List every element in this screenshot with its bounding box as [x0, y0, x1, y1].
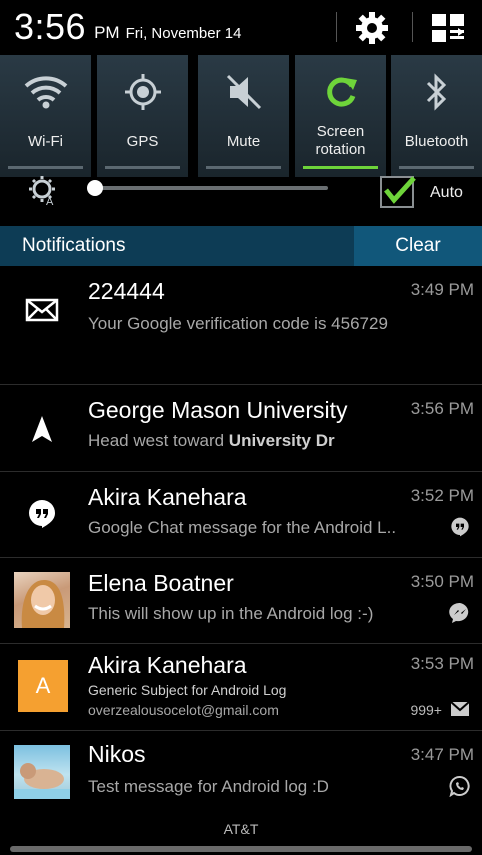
notification-email: overzealousocelot@gmail.com [88, 702, 279, 718]
notifications-title: Notifications [22, 235, 126, 256]
toggle-mute[interactable]: Mute [198, 55, 291, 177]
notification-title: Nikos [88, 741, 146, 767]
notification-time: 3:47 PM [410, 745, 474, 764]
checkmark-icon [384, 176, 416, 204]
gps-icon [97, 69, 188, 115]
notification-title: Elena Boatner [88, 570, 234, 596]
notification-text-street: University Dr [228, 431, 335, 450]
clear-button[interactable]: Clear [354, 226, 482, 266]
notification-title: Akira Kanehara [88, 484, 247, 510]
notification-title: George Mason University [88, 397, 348, 423]
contact-photo-avatar [14, 745, 70, 799]
toggle-label: Wi-Fi [28, 133, 63, 150]
toggle-gps[interactable]: GPS [97, 55, 190, 177]
contact-photo-avatar [14, 572, 70, 628]
hangouts-small-icon [448, 516, 472, 538]
toggle-bluetooth[interactable]: Bluetooth [391, 55, 482, 177]
notification-text: Google Chat message for the Android L.. [88, 518, 397, 537]
settings-gear-icon[interactable] [352, 10, 392, 46]
svg-text:A: A [46, 196, 54, 206]
notification-time: 3:49 PM [410, 280, 474, 299]
bluetooth-icon [391, 69, 482, 115]
avatar-letter: A [35, 673, 51, 698]
messenger-icon [448, 602, 472, 624]
notifications-header: Notifications Clear [0, 226, 482, 266]
wifi-icon [0, 69, 91, 115]
brightness-slider-track[interactable] [92, 186, 328, 190]
clock-ampm: PM [94, 23, 120, 42]
notification-title: 224444 [88, 278, 165, 304]
toggle-label: GPS [126, 133, 159, 150]
whatsapp-icon [448, 775, 472, 797]
notification-item[interactable]: George Mason University 3:56 PM Head wes… [0, 385, 482, 472]
auto-brightness-checkbox[interactable] [380, 176, 416, 208]
toggle-screen-rotation[interactable]: Screen rotation [295, 55, 388, 177]
toggle-indicator [303, 166, 378, 169]
notification-time: 3:56 PM [410, 399, 474, 418]
notification-title: Akira Kanehara [88, 652, 247, 678]
edit-toggles-grid-icon[interactable] [428, 12, 468, 44]
rotation-icon [295, 69, 386, 115]
mute-icon [198, 69, 289, 115]
notification-item[interactable]: Nikos 3:47 PM Test message for Android l… [0, 731, 482, 812]
drawer-handle[interactable] [10, 846, 472, 852]
toggle-label: Bluetooth [404, 133, 469, 150]
toggle-indicator [8, 166, 83, 169]
notification-item[interactable]: 224444 3:49 PM Your Google verification … [0, 266, 482, 385]
status-bar: 3:56 PM Fri, November 14 [0, 0, 482, 54]
toggle-indicator [105, 166, 180, 169]
notification-text: Head west toward University Dr [88, 431, 468, 451]
notification-item[interactable]: Elena Boatner 3:50 PM This will show up … [0, 558, 482, 644]
divider [412, 12, 413, 42]
notification-text: Test message for Android log :D [88, 777, 329, 796]
divider [336, 12, 337, 42]
clock-date: Fri, November 14 [125, 24, 242, 42]
notification-text: This will show up in the Android log :-) [88, 604, 374, 623]
toggle-indicator [399, 166, 474, 169]
hangouts-icon [14, 486, 70, 542]
toggle-indicator [206, 166, 281, 169]
toggle-label: Mute [226, 133, 261, 150]
notification-item[interactable]: Akira Kanehara 3:52 PM Google Chat messa… [0, 472, 482, 558]
notification-item[interactable]: A Akira Kanehara 3:53 PM Generic Subject… [0, 644, 482, 731]
notification-text-prefix: Head west toward [88, 431, 229, 450]
navigation-icon [14, 401, 70, 457]
email-icon [14, 282, 70, 338]
notification-text: Your Google verification code is 456729 [88, 314, 388, 333]
toggle-wifi[interactable]: Wi-Fi [0, 55, 93, 177]
notification-subject: Generic Subject for Android Log [88, 682, 287, 698]
quick-settings-toggles: Wi-Fi GPS Mute Screen rotation Bluetooth [0, 55, 482, 177]
unread-count: 999+ [410, 702, 442, 718]
clock-time: 3:56 [14, 6, 87, 47]
toggle-label: Screen rotation [315, 123, 366, 158]
auto-brightness-icon: A [28, 176, 58, 208]
auto-label: Auto [430, 184, 463, 201]
carrier-label: AT&T [0, 812, 482, 850]
avatar: A [18, 660, 68, 712]
notification-time: 3:50 PM [410, 572, 474, 591]
notification-time: 3:52 PM [410, 486, 474, 505]
gmail-icon [448, 698, 472, 720]
notification-time: 3:53 PM [410, 654, 474, 673]
brightness-slider-thumb[interactable] [87, 180, 103, 196]
